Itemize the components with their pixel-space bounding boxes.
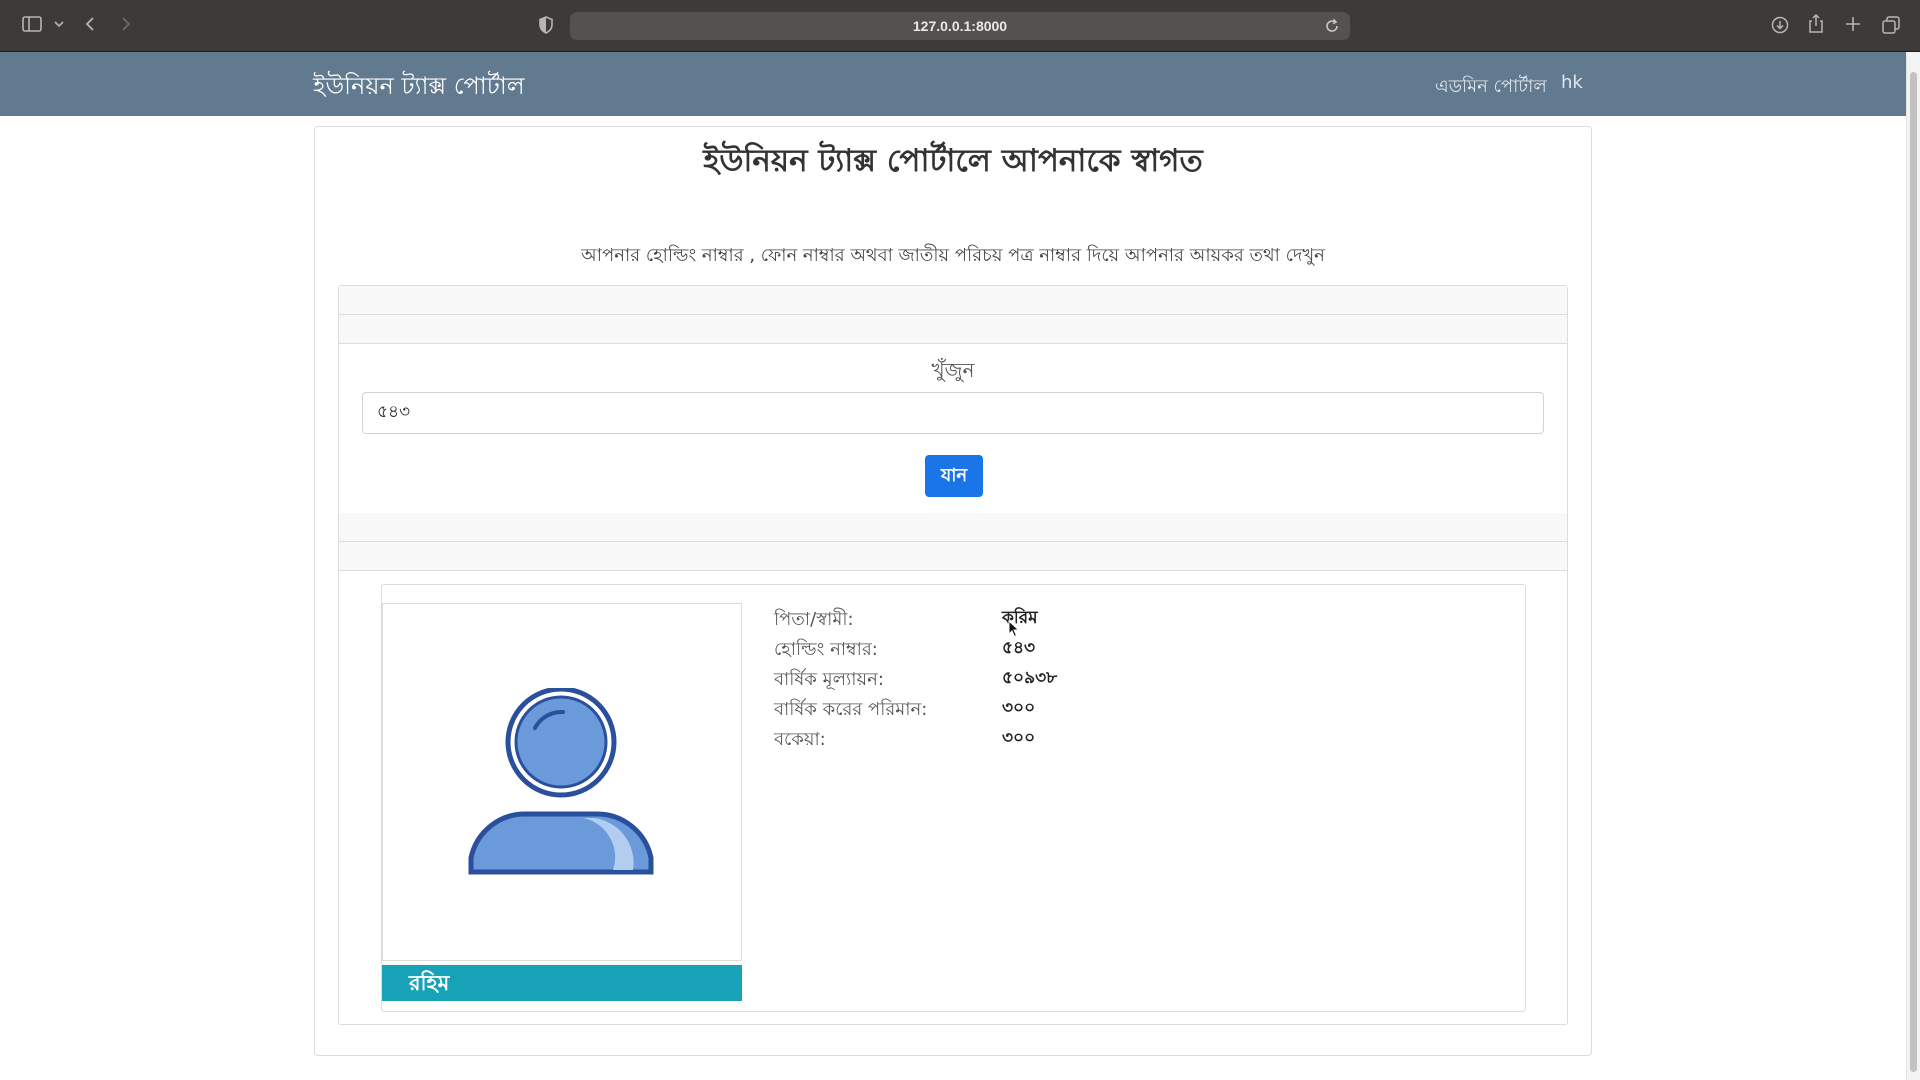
panel-footer-band: [339, 542, 1567, 571]
info-row-holding: হোল্ডিং নাম্বার: ৫৪৩: [774, 635, 1474, 665]
download-icon[interactable]: [1771, 16, 1789, 34]
search-panel: খুঁজুন যান রহিম পিতা/স্বামী: করিম হ: [338, 285, 1568, 1025]
avatar-frame: [382, 603, 742, 961]
info-row-annual-valuation: বার্ষিক মূল্যায়ন: ৫০৯৩৮: [774, 665, 1474, 695]
info-label: হোল্ডিং নাম্বার:: [774, 639, 878, 660]
panel-footer-band: [339, 513, 1567, 542]
panel-header-band: [339, 315, 1567, 344]
reload-icon[interactable]: [1324, 18, 1340, 38]
search-input[interactable]: [362, 392, 1544, 434]
site-navbar: ইউনিয়ন ট্যাক্স পোর্টাল এডমিন পোর্টাল hk: [0, 52, 1906, 116]
info-row-due: বকেয়া: ৩০০: [774, 725, 1474, 755]
user-avatar-icon: [468, 688, 654, 875]
url-text: 127.0.0.1:8000: [912, 18, 1008, 34]
go-button[interactable]: যান: [925, 455, 983, 497]
page-title: ইউনিয়ন ট্যাক্স পোর্টালে আপনাকে স্বাগত: [703, 143, 1203, 179]
share-icon[interactable]: [1808, 14, 1824, 34]
page-scrollbar[interactable]: [1906, 52, 1920, 1080]
info-label: বার্ষিক মূল্যায়ন:: [774, 669, 884, 690]
admin-portal-link[interactable]: এডমিন পোর্টাল: [1435, 72, 1547, 103]
brand-link[interactable]: ইউনিয়ন ট্যাক্স পোর্টাল: [313, 68, 525, 108]
browser-toolbar: 127.0.0.1:8000: [0, 0, 1920, 52]
back-arrow-icon[interactable]: [84, 16, 96, 32]
chevron-down-icon[interactable]: [54, 20, 64, 28]
sidebar-toggle-icon[interactable]: [22, 16, 42, 32]
address-bar[interactable]: 127.0.0.1:8000: [570, 12, 1350, 40]
mouse-cursor-icon: [1008, 619, 1020, 642]
forward-arrow-icon[interactable]: [120, 16, 132, 32]
profile-card: রহিম পিতা/স্বামী: করিম হোল্ডিং নাম্বার: …: [381, 584, 1526, 1012]
panel-header-band: [339, 286, 1567, 315]
main-card: ইউনিয়ন ট্যাক্স পোর্টালে আপনাকে স্বাগত আ…: [314, 126, 1592, 1056]
info-row-annual-tax: বার্ষিক করের পরিমান: ৩০০: [774, 695, 1474, 725]
info-value: ৫০৯৩৮: [1002, 668, 1058, 688]
search-label: খুঁজুন: [931, 358, 975, 382]
shield-icon[interactable]: [538, 16, 554, 34]
info-label: বার্ষিক করের পরিমান:: [774, 699, 928, 720]
scrollbar-thumb[interactable]: [1910, 72, 1917, 1072]
user-link[interactable]: hk: [1561, 72, 1583, 93]
profile-name-bar: রহিম: [382, 965, 742, 1001]
info-label: পিতা/স্বামী:: [774, 609, 854, 630]
info-value: ৩০০: [1002, 728, 1036, 748]
tab-overview-icon[interactable]: [1882, 16, 1900, 34]
info-row-father: পিতা/স্বামী: করিম: [774, 605, 1474, 635]
info-label: বকেয়া:: [774, 729, 826, 750]
info-value: ৩০০: [1002, 698, 1036, 718]
instruction-text: আপনার হোল্ডিং নাম্বার , ফোন নাম্বার অথবা…: [581, 245, 1325, 266]
new-tab-icon[interactable]: [1845, 16, 1861, 32]
